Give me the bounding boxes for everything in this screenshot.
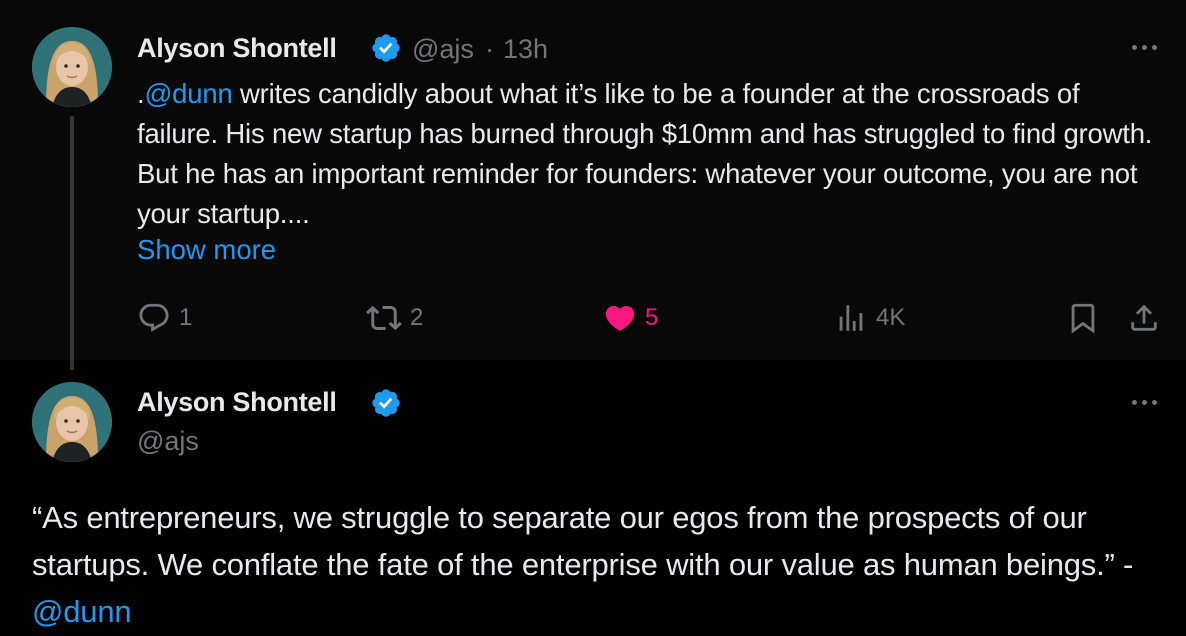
tweet-text: .@dunn writes candidly about what it’s l… xyxy=(137,74,1167,234)
tweet-timestamp[interactable]: 13h xyxy=(503,34,548,65)
views-icon xyxy=(839,305,863,331)
tweet-text: “As entrepreneurs, we struggle to separa… xyxy=(32,494,1162,635)
heart-icon xyxy=(605,305,635,331)
text-body: “As entrepreneurs, we struggle to separa… xyxy=(32,500,1134,582)
bookmark-button[interactable] xyxy=(1066,300,1100,336)
verified-badge-icon xyxy=(372,34,400,62)
mention-link[interactable]: @dunn xyxy=(32,594,132,629)
share-button[interactable] xyxy=(1127,300,1161,336)
avatar[interactable] xyxy=(32,27,112,107)
text-body: writes candidly about what it’s like to … xyxy=(137,78,1153,229)
author-handle[interactable]: @ajs xyxy=(412,34,474,65)
repost-button[interactable]: 2 xyxy=(366,300,423,336)
reply-count: 1 xyxy=(179,304,193,331)
views-button[interactable]: 4K xyxy=(834,300,905,336)
thread-tweet[interactable]: Alyson Shontell @ajs · 13h .@dunn writes… xyxy=(0,0,1186,370)
reply-icon xyxy=(139,303,169,332)
repost-count: 2 xyxy=(410,304,424,331)
more-options-icon[interactable] xyxy=(1126,42,1162,52)
mention-link[interactable]: @dunn xyxy=(144,78,232,109)
reply-button[interactable]: 1 xyxy=(137,300,192,336)
share-icon xyxy=(1131,304,1157,331)
bookmark-icon xyxy=(1071,303,1095,334)
show-more-link[interactable]: Show more xyxy=(137,234,276,266)
author-handle[interactable]: @ajs xyxy=(137,426,199,457)
like-button[interactable]: 5 xyxy=(603,300,658,336)
thread-connector-line xyxy=(70,116,74,370)
author-name[interactable]: Alyson Shontell xyxy=(137,387,337,418)
more-options-icon[interactable] xyxy=(1126,397,1162,407)
views-count: 4K xyxy=(876,304,906,331)
avatar[interactable] xyxy=(32,382,112,462)
like-count: 5 xyxy=(645,304,659,331)
repost-icon xyxy=(366,305,402,331)
verified-badge-icon xyxy=(372,389,400,417)
separator-dot: · xyxy=(485,34,494,64)
author-name[interactable]: Alyson Shontell xyxy=(137,33,337,64)
